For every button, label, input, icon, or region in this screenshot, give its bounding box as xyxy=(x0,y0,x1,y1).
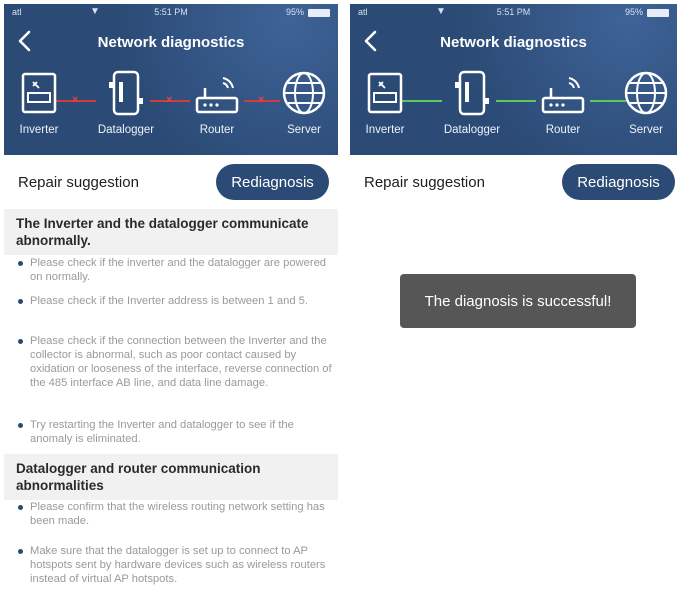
rediagnosis-button[interactable]: Rediagnosis xyxy=(216,164,329,200)
list-item: Please check if the connection between t… xyxy=(18,334,332,390)
device-chain: Inverter Datalogger Router Server xyxy=(350,70,677,150)
device-datalogger: Datalogger xyxy=(440,70,504,136)
inverter-icon xyxy=(21,72,57,114)
repair-suggestion-label: Repair suggestion xyxy=(18,174,139,191)
device-label: Router xyxy=(545,124,581,136)
device-inverter: Inverter xyxy=(7,70,71,136)
inverter-icon xyxy=(367,72,403,114)
globe-icon xyxy=(624,71,668,115)
repair-suggestion-label: Repair suggestion xyxy=(364,174,485,191)
device-label: Router xyxy=(199,124,235,136)
router-icon xyxy=(541,77,585,114)
device-label: Inverter xyxy=(365,124,405,136)
device-label: Datalogger xyxy=(443,124,501,136)
router-icon xyxy=(195,77,239,114)
list-item-text: Please check if the Inverter address is … xyxy=(30,295,308,307)
list-item: Make sure that the datalogger is set up … xyxy=(18,544,332,586)
status-bar: atl ▼ 5:51 PM 95% xyxy=(350,6,677,19)
page-title: Network diagnostics xyxy=(440,34,587,51)
error-x-icon: × xyxy=(166,94,173,106)
success-toast: The diagnosis is successful! xyxy=(400,274,636,328)
device-router: Router xyxy=(185,70,249,136)
battery-percent: 95% xyxy=(285,7,304,17)
bullet-dot xyxy=(18,423,23,428)
repair-row: Repair suggestion Rediagnosis xyxy=(350,155,677,205)
device-label: Server xyxy=(287,124,321,136)
device-server: Server xyxy=(272,70,336,136)
list-item: Please check if the Inverter address is … xyxy=(18,294,332,308)
bullet-dot xyxy=(18,505,23,510)
section-heading: Datalogger and router communication abno… xyxy=(4,454,338,500)
rediagnosis-button[interactable]: Rediagnosis xyxy=(562,164,675,200)
device-inverter: Inverter xyxy=(353,70,417,136)
bullet-dot xyxy=(18,339,23,344)
status-bar: atl ▼ 5:51 PM 95% xyxy=(4,6,338,19)
device-label: Inverter xyxy=(19,124,59,136)
header: atl ▼ 5:51 PM 95% Network diagnostics In… xyxy=(350,4,677,155)
section-heading: The Inverter and the datalogger communic… xyxy=(4,209,338,255)
list-item: Please confirm that the wireless routing… xyxy=(18,500,332,528)
header: atl ▼ 5:51 PM 95% Network diagnostics × … xyxy=(4,4,338,155)
list-item: Please check if the inverter and the dat… xyxy=(18,256,332,284)
list-item-text: Please check if the inverter and the dat… xyxy=(30,257,327,283)
diagnostics-screen-success: atl ▼ 5:51 PM 95% Network diagnostics In… xyxy=(350,4,677,591)
globe-icon xyxy=(282,71,326,115)
list-item-text: Please confirm that the wireless routing… xyxy=(30,501,325,527)
error-x-icon: × xyxy=(72,94,79,106)
list-item-text: Make sure that the datalogger is set up … xyxy=(30,545,326,585)
list-item-text: Try restarting the Inverter and datalogg… xyxy=(30,419,294,445)
battery-percent: 95% xyxy=(624,7,643,17)
repair-row: Repair suggestion Rediagnosis xyxy=(4,155,338,205)
device-label: Server xyxy=(629,124,663,136)
bullet-dot xyxy=(18,261,23,266)
list-item: Try restarting the Inverter and datalogg… xyxy=(18,418,332,446)
datalogger-icon xyxy=(109,70,143,116)
page-title: Network diagnostics xyxy=(97,34,245,51)
device-server: Server xyxy=(614,70,677,136)
diagnostics-screen-failed: atl ▼ 5:51 PM 95% Network diagnostics × … xyxy=(4,4,338,591)
list-item-text: Please check if the connection between t… xyxy=(30,335,332,389)
device-datalogger: Datalogger xyxy=(94,70,158,136)
bullet-dot xyxy=(18,549,23,554)
error-x-icon: × xyxy=(258,94,265,106)
device-label: Datalogger xyxy=(97,124,155,136)
device-chain: × × × Inverter Datalogger Router Server xyxy=(4,70,338,150)
bullet-dot xyxy=(18,299,23,304)
battery-icon xyxy=(647,9,669,17)
battery-icon xyxy=(308,9,330,17)
device-router: Router xyxy=(531,70,595,136)
datalogger-icon xyxy=(455,70,489,116)
